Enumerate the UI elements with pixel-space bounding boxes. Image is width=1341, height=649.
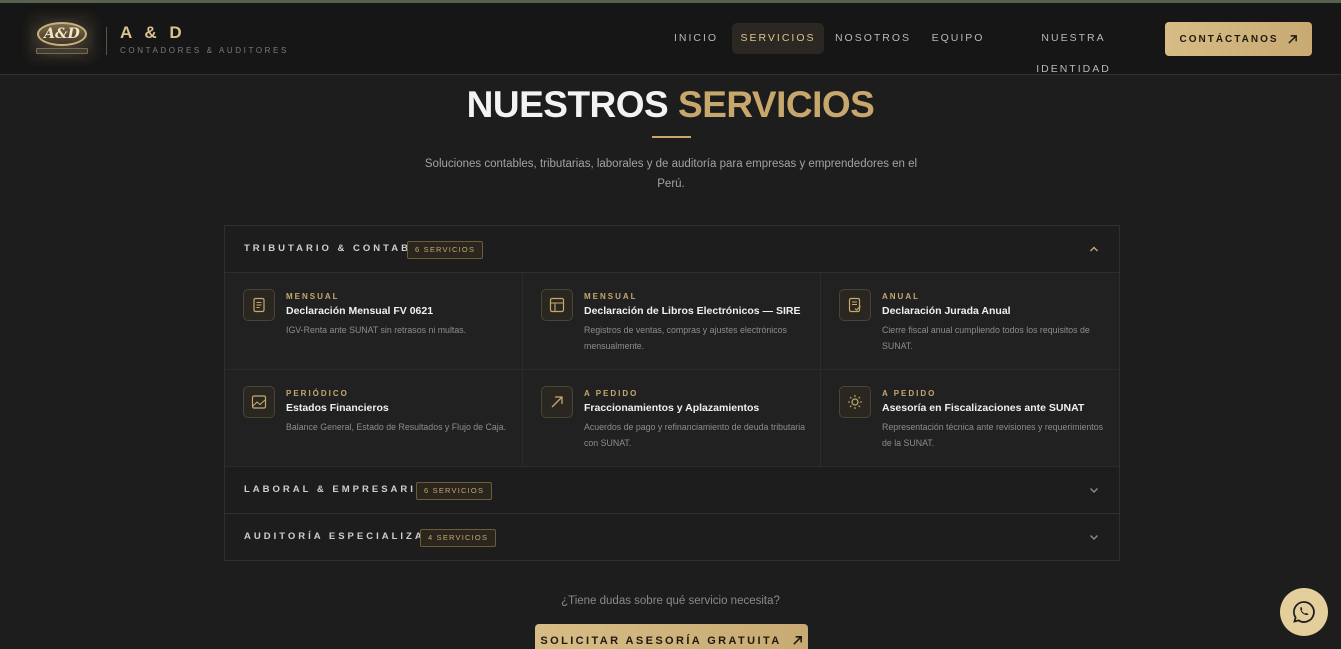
nav-nuestra-identidad[interactable]: NUESTRA IDENTIDAD <box>1002 23 1145 75</box>
service-frequency: MENSUAL <box>584 292 638 301</box>
document-icon <box>243 289 275 321</box>
service-frequency: A PEDIDO <box>584 389 639 398</box>
service-card-libros-electronicos[interactable]: MENSUAL Declaración de Libros Electrónic… <box>523 273 821 370</box>
service-frequency: A PEDIDO <box>882 389 937 398</box>
whatsapp-button[interactable] <box>1280 588 1328 636</box>
service-name: Declaración de Libros Electrónicos — SIR… <box>584 305 801 317</box>
help-question: ¿Tiene dudas sobre qué servicio necesita… <box>561 595 780 607</box>
category-header-auditoria[interactable]: AUDITORÍA ESPECIALIZADA 4 SERVICIOS <box>225 514 1119 561</box>
category-badge: 6 SERVICIOS <box>416 482 493 500</box>
arrow-up-right-icon <box>1287 34 1297 44</box>
category-title: TRIBUTARIO & CONTABLE <box>244 243 430 254</box>
contact-button-label: CONTÁCTANOS <box>1179 33 1279 45</box>
chevron-up-icon[interactable] <box>1087 242 1101 256</box>
service-description: Cierre fiscal anual cumpliendo todos los… <box>882 325 1090 351</box>
logo-text: A&D <box>37 22 87 46</box>
category-badge: 4 SERVICIOS <box>420 529 497 547</box>
title-part-1: NUESTROS <box>466 84 669 125</box>
category-header-laboral[interactable]: LABORAL & EMPRESARIAL 6 SERVICIOS <box>225 467 1119 514</box>
service-name: Asesoría en Fiscalizaciones ante SUNAT <box>882 402 1085 414</box>
service-frequency: PERIÓDICO <box>286 389 349 398</box>
document-check-icon <box>839 289 871 321</box>
nav-equipo[interactable]: EQUIPO <box>927 23 989 54</box>
logo-divider <box>106 27 107 55</box>
service-description: Acuerdos de pago y refinanciamiento de d… <box>584 422 806 448</box>
arrow-up-right-icon <box>541 386 573 418</box>
service-frequency: MENSUAL <box>286 292 340 301</box>
service-card-declaracion-mensual[interactable]: MENSUAL Declaración Mensual FV 0621 IGV-… <box>225 273 523 370</box>
service-card-estados-financieros[interactable]: PERIÓDICO Estados Financieros Balance Ge… <box>225 370 523 467</box>
sun-icon <box>839 386 871 418</box>
section-title: NUESTROS SERVICIOS <box>0 84 1341 126</box>
services-accordion: TRIBUTARIO & CONTABLE 6 SERVICIOS MENSUA… <box>224 225 1120 561</box>
brand-tagline: CONTADORES & AUDITORES <box>120 46 289 55</box>
chevron-down-icon[interactable] <box>1087 530 1101 544</box>
nav-nosotros[interactable]: NOSOTROS <box>832 23 914 54</box>
company-logo[interactable]: A&D <box>31 18 93 58</box>
title-part-2: SERVICIOS <box>678 84 875 125</box>
grid-table-icon <box>541 289 573 321</box>
brand-name: A & D <box>120 23 186 42</box>
whatsapp-icon <box>1293 601 1315 623</box>
service-description: IGV-Renta ante SUNAT sin retrasos ni mul… <box>286 325 467 335</box>
section-subtitle: Soluciones contables, tributarias, labor… <box>424 158 918 190</box>
service-name: Fraccionamientos y Aplazamientos <box>584 402 760 414</box>
service-description: Registros de ventas, compras y ajustes e… <box>584 325 787 351</box>
service-card-fiscalizaciones[interactable]: A PEDIDO Asesoría en Fiscalizaciones ant… <box>821 370 1119 467</box>
title-underline <box>652 136 691 138</box>
request-consultation-button[interactable]: SOLICITAR ASESORÍA GRATUITA <box>535 624 808 649</box>
cta-label: SOLICITAR ASESORÍA GRATUITA <box>540 634 782 647</box>
category-title: LABORAL & EMPRESARIAL <box>244 484 435 495</box>
image-chart-icon <box>243 386 275 418</box>
contact-button[interactable]: CONTÁCTANOS <box>1165 22 1312 56</box>
category-title: AUDITORÍA ESPECIALIZADA <box>244 531 445 542</box>
category-header-tributario[interactable]: TRIBUTARIO & CONTABLE 6 SERVICIOS <box>225 226 1119 273</box>
service-frequency: ANUAL <box>882 292 920 301</box>
service-description: Representación técnica ante revisiones y… <box>882 422 1104 448</box>
arrow-up-right-icon <box>792 636 802 645</box>
logo-plate <box>36 48 88 54</box>
service-name: Estados Financieros <box>286 402 389 414</box>
chevron-down-icon[interactable] <box>1087 483 1101 497</box>
service-description: Balance General, Estado de Resultados y … <box>286 422 507 432</box>
service-name: Declaración Mensual FV 0621 <box>286 305 434 317</box>
service-card-fraccionamientos[interactable]: A PEDIDO Fraccionamientos y Aplazamiento… <box>523 370 821 467</box>
service-card-declaracion-anual[interactable]: ANUAL Declaración Jurada Anual Cierre fi… <box>821 273 1119 370</box>
nav-inicio[interactable]: INICIO <box>667 23 725 54</box>
nav-servicios[interactable]: SERVICIOS <box>732 23 824 54</box>
site-header: A&D A & D CONTADORES & AUDITORES INICIO … <box>0 3 1341 75</box>
category-badge: 6 SERVICIOS <box>407 241 484 259</box>
service-name: Declaración Jurada Anual <box>882 305 1011 317</box>
